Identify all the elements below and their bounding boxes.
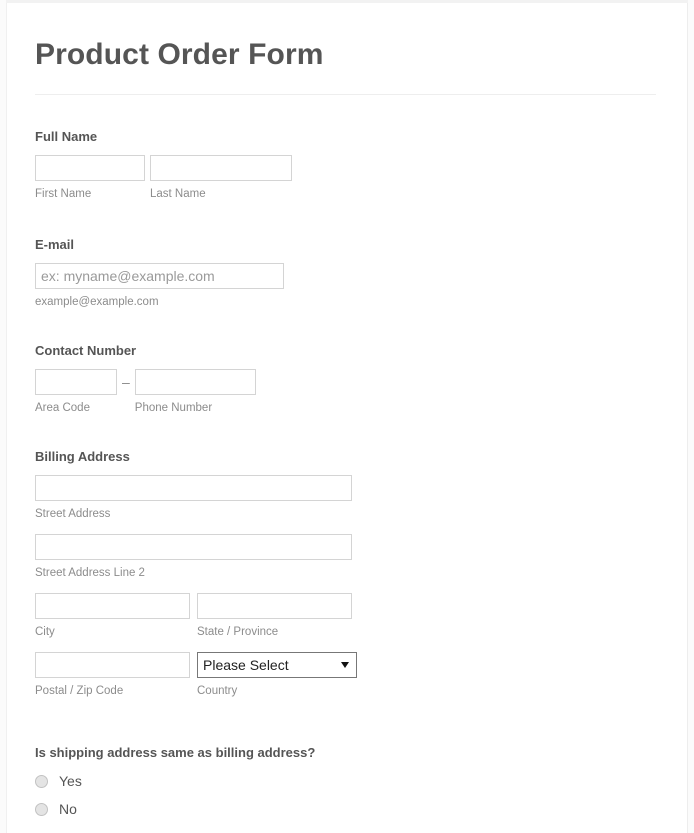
area-code-hint: Area Code <box>35 402 90 414</box>
state-province-hint: State / Province <box>197 626 279 638</box>
country-select[interactable]: Please Select <box>197 652 357 678</box>
postal-group: Postal / Zip Code <box>35 652 190 698</box>
phone-separator-dash: – <box>122 374 130 390</box>
city-state-row: City State / Province <box>35 580 694 639</box>
contact-number-row: Area Code – Phone Number <box>35 369 694 415</box>
last-name-input[interactable] <box>150 155 292 181</box>
full-name-row: First Name Last Name <box>35 155 694 201</box>
area-code-input[interactable] <box>35 369 117 395</box>
area-code-group: Area Code <box>35 369 117 415</box>
city-input[interactable] <box>35 593 190 619</box>
last-name-group: Last Name <box>150 155 292 201</box>
first-name-input[interactable] <box>35 155 145 181</box>
field-billing-address: Billing Address Street Address Street Ad… <box>0 415 694 698</box>
state-group: State / Province <box>197 593 352 639</box>
radio-option-yes[interactable]: Yes <box>35 773 694 801</box>
first-name-group: First Name <box>35 155 145 201</box>
city-group: City <box>35 593 190 639</box>
field-email: E-mail example@example.com <box>0 201 694 309</box>
form-page: Product Order Form Full Name First Name … <box>0 0 694 833</box>
city-hint: City <box>35 626 55 638</box>
street-address-line-2-hint: Street Address Line 2 <box>35 567 145 579</box>
radio-label-no: No <box>59 801 77 817</box>
country-hint: Country <box>197 685 238 697</box>
field-shipping-same-as-billing: Is shipping address same as billing addr… <box>0 698 694 829</box>
first-name-hint: First Name <box>35 188 92 200</box>
street-address-input[interactable] <box>35 475 352 501</box>
page-title: Product Order Form <box>35 38 324 71</box>
full-name-label: Full Name <box>35 129 98 144</box>
billing-address-label: Billing Address <box>35 449 130 464</box>
country-group: Please Select Country <box>197 652 357 698</box>
radio-circle-icon-yes[interactable] <box>35 774 48 788</box>
street-address-2-group: Street Address Line 2 <box>35 521 694 580</box>
radio-label-yes: Yes <box>59 773 82 789</box>
email-group: example@example.com <box>35 263 694 309</box>
email-hint: example@example.com <box>35 296 159 308</box>
phone-number-input[interactable] <box>134 369 256 395</box>
state-province-input[interactable] <box>197 593 352 619</box>
email-input[interactable] <box>35 263 284 289</box>
street-address-group: Street Address <box>35 475 694 521</box>
contact-number-label: Contact Number <box>35 343 137 358</box>
email-label: E-mail <box>35 237 75 252</box>
country-select-wrapper[interactable]: Please Select <box>197 652 357 678</box>
postal-zip-code-input[interactable] <box>35 652 190 678</box>
street-address-hint: Street Address <box>35 508 111 520</box>
postal-zip-code-hint: Postal / Zip Code <box>35 685 124 697</box>
radio-circle-icon-no[interactable] <box>35 802 48 816</box>
field-full-name: Full Name First Name Last Name <box>0 95 694 201</box>
phone-number-group: Phone Number <box>134 369 256 415</box>
radio-option-no[interactable]: No <box>35 801 694 829</box>
postal-country-row: Postal / Zip Code Please Select Country <box>35 639 694 698</box>
last-name-hint: Last Name <box>150 188 206 200</box>
field-contact-number: Contact Number Area Code – Phone Number <box>0 309 694 415</box>
phone-number-hint: Phone Number <box>134 402 213 414</box>
shipping-same-question: Is shipping address same as billing addr… <box>35 745 316 760</box>
form-content: Product Order Form Full Name First Name … <box>0 0 694 829</box>
street-address-line-2-input[interactable] <box>35 534 352 560</box>
